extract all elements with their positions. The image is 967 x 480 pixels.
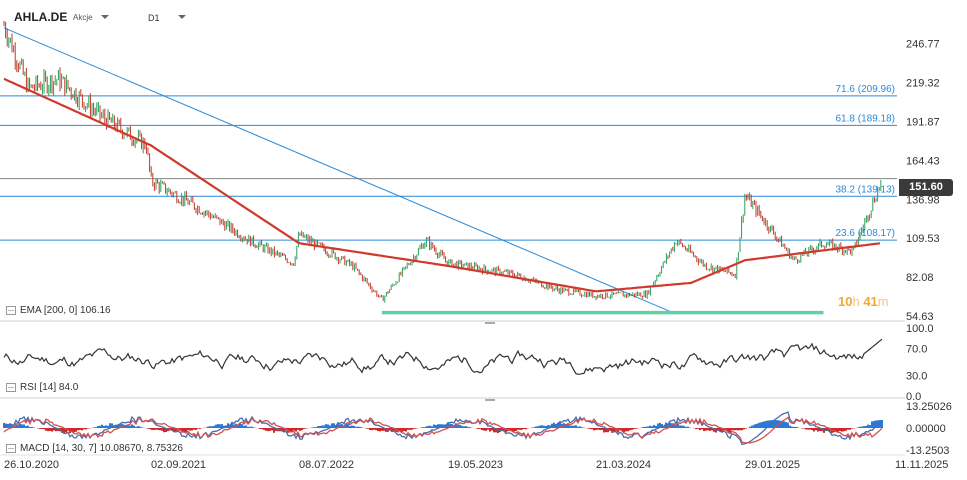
countdown-minutes-unit: m bbox=[877, 294, 889, 309]
ema-200-line bbox=[3, 77, 881, 293]
price-tick-label: 136.98 bbox=[906, 194, 940, 206]
candles-up bbox=[8, 37, 882, 303]
price-tick-label: 109.53 bbox=[906, 233, 940, 245]
price-tick-label: 191.87 bbox=[906, 117, 940, 129]
price-tick-label: 82.08 bbox=[906, 272, 934, 284]
macd-tick-label: -13.2503 bbox=[906, 445, 949, 457]
ema-label-text: EMA [200, 0] 106.16 bbox=[20, 305, 111, 316]
ema-indicator-label[interactable]: EMA [200, 0] 106.16 bbox=[6, 305, 111, 316]
fib-level-label: 71.6 (209.96) bbox=[836, 84, 896, 95]
rsi-line bbox=[3, 338, 883, 375]
date-tick-label: 11.11.2025 bbox=[895, 459, 948, 471]
price-tick-label: 164.43 bbox=[906, 155, 940, 167]
rsi-tick-label: 30.0 bbox=[906, 371, 927, 383]
rsi-tick-label: 70.0 bbox=[906, 343, 927, 355]
date-tick-label: 02.09.2021 bbox=[151, 459, 206, 471]
pane-resize-handle[interactable] bbox=[485, 399, 495, 401]
macd-axis: 13.25026 0.00000 -13.2503 bbox=[906, 401, 952, 457]
countdown-hours: 10 bbox=[838, 294, 853, 309]
rsi-tick-label: 100.0 bbox=[906, 323, 934, 335]
fib-level-label: 61.8 (189.18) bbox=[836, 113, 896, 124]
chart-canvas[interactable]: 71.6 (209.96) 61.8 (189.18) 38.2 (139.13) 2… bbox=[0, 0, 967, 480]
candle-countdown: 10h 41m bbox=[838, 294, 889, 309]
date-tick-label: 26.10.2020 bbox=[4, 459, 59, 471]
price-tick-label: 219.32 bbox=[906, 78, 940, 90]
rsi-label-text: RSI [14] 84.0 bbox=[20, 382, 79, 393]
indicator-settings-icon[interactable] bbox=[6, 443, 16, 453]
date-tick-label: 19.05.2023 bbox=[448, 459, 503, 471]
indicator-settings-icon[interactable] bbox=[6, 382, 16, 392]
price-tick-label: 54.63 bbox=[906, 311, 934, 323]
macd-tick-label: 13.25026 bbox=[906, 401, 952, 413]
macd-tick-label: 0.00000 bbox=[906, 423, 946, 435]
rsi-indicator-label[interactable]: RSI [14] 84.0 bbox=[6, 382, 78, 393]
date-tick-label: 08.07.2022 bbox=[299, 459, 354, 471]
pane-resize-handle[interactable] bbox=[485, 322, 495, 324]
date-tick-label: 21.03.2024 bbox=[596, 459, 651, 471]
trendline bbox=[3, 27, 677, 315]
fib-level-label: 38.2 (139.13) bbox=[836, 184, 896, 195]
current-price-label: 151.60 bbox=[899, 179, 953, 196]
rsi-axis: 100.070.030.00.0 bbox=[906, 323, 934, 403]
macd-label-text: MACD [14, 30, 7] 10.08670, 8.75326 bbox=[20, 443, 183, 454]
date-tick-label: 29.01.2025 bbox=[745, 459, 800, 471]
date-axis: 26.10.2020 02.09.2021 08.07.2022 19.05.2023… bbox=[4, 459, 948, 471]
indicator-settings-icon[interactable] bbox=[6, 305, 16, 315]
candles-down bbox=[3, 20, 875, 301]
macd-line bbox=[3, 411, 883, 446]
price-tick-label: 246.77 bbox=[906, 39, 940, 51]
countdown-hours-unit: h bbox=[852, 294, 860, 309]
macd-indicator-label[interactable]: MACD [14, 30, 7] 10.08670, 8.75326 bbox=[6, 443, 183, 454]
countdown-minutes: 41 bbox=[863, 294, 878, 309]
